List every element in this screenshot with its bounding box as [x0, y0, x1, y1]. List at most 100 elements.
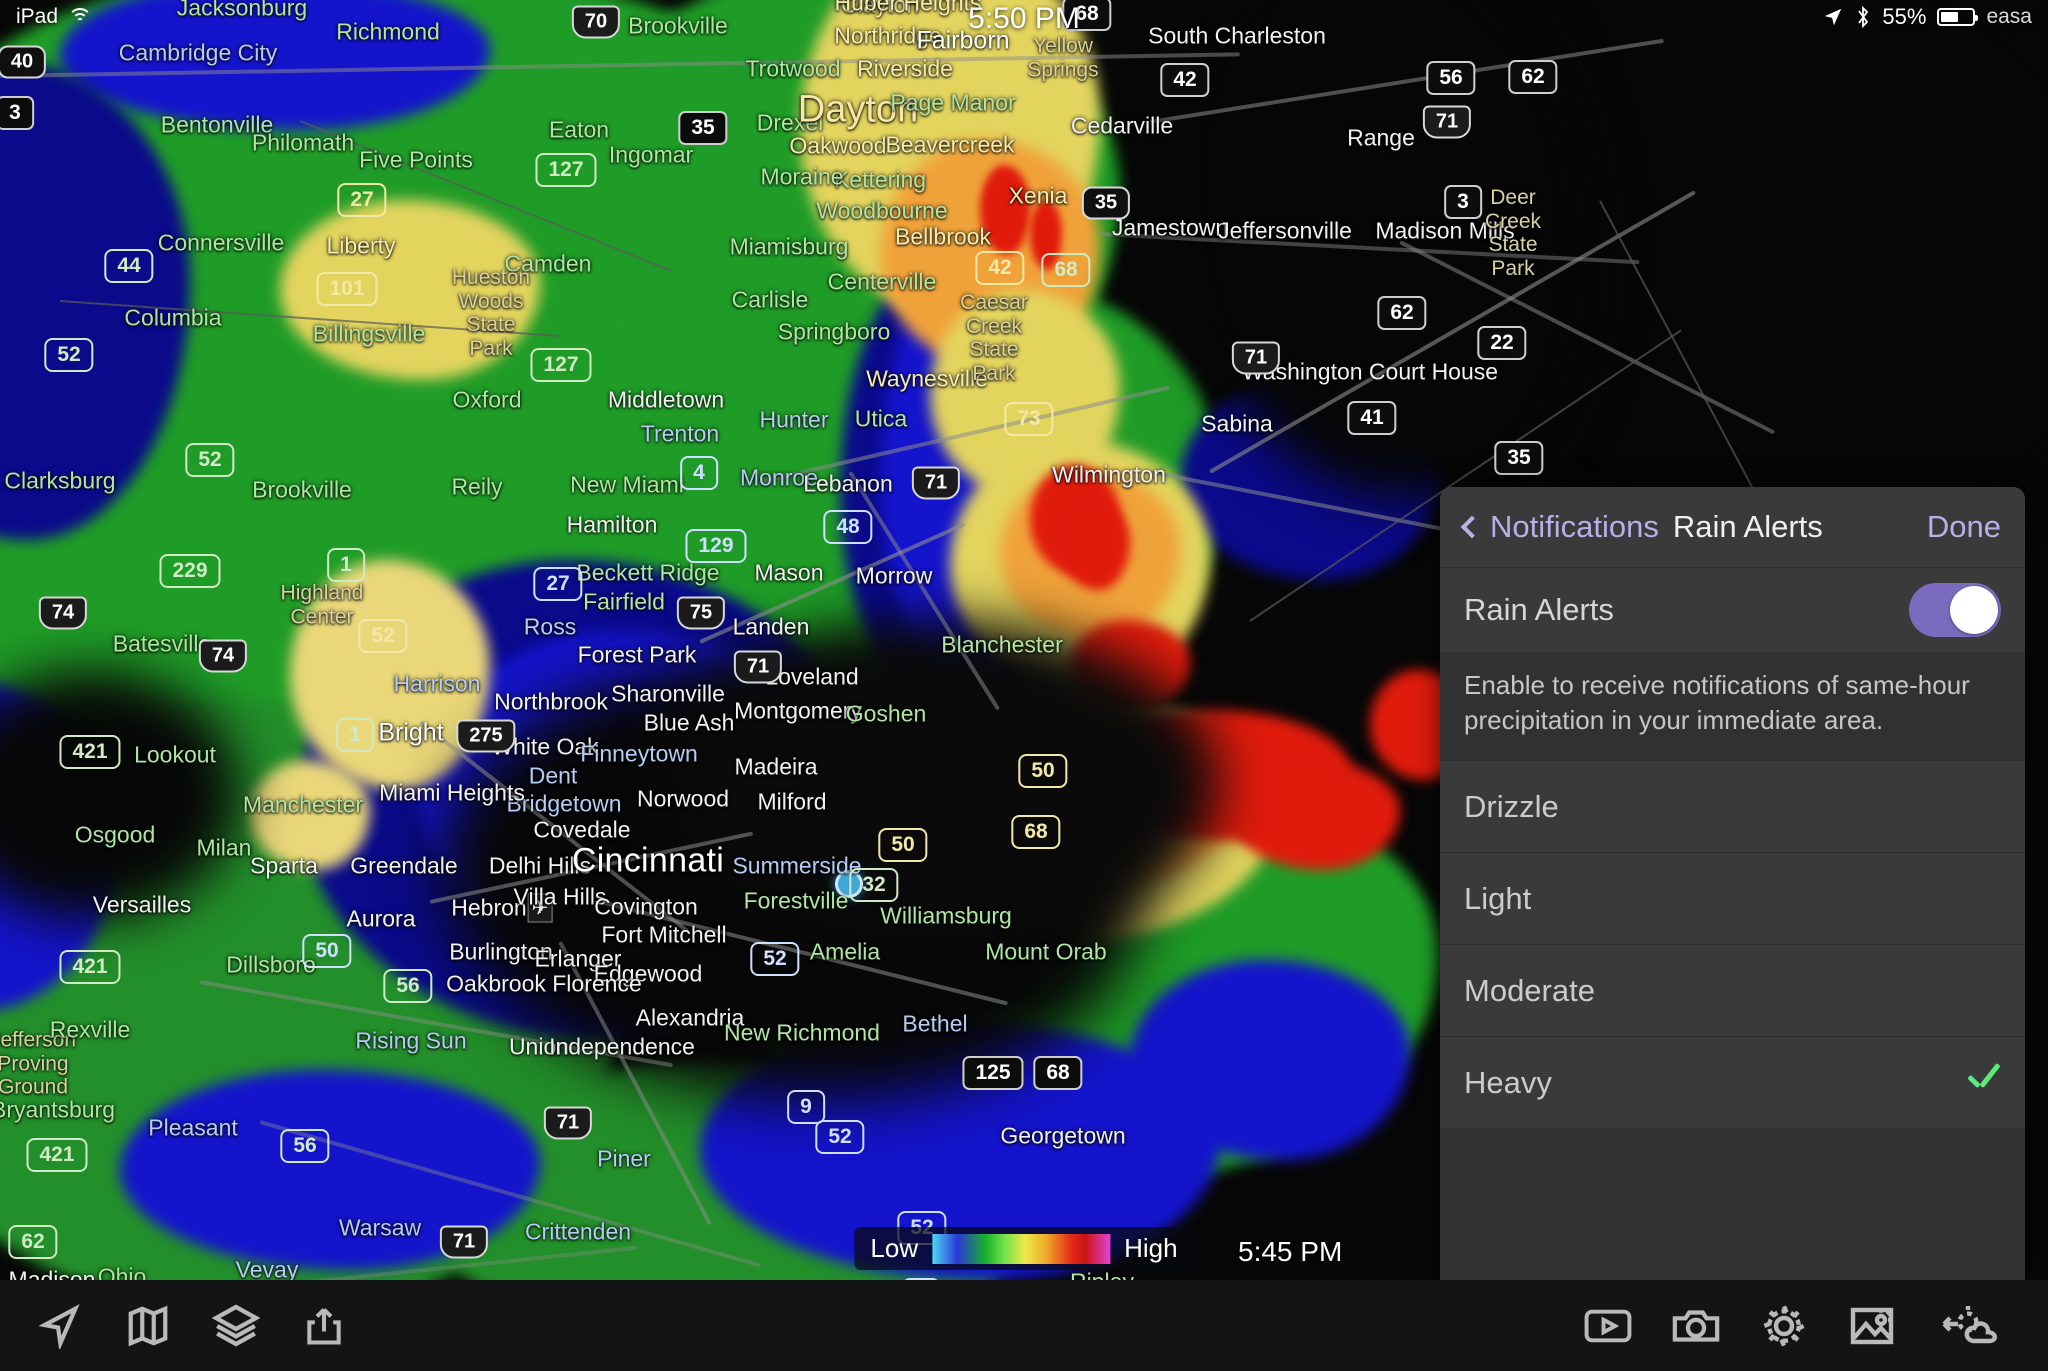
highway-shield: 56 [1426, 61, 1476, 95]
highway-shield: 74 [198, 639, 248, 673]
highway-shield: 421 [26, 1138, 88, 1172]
highway-shield: 42 [1160, 63, 1210, 97]
highway-shield: 35 [1494, 441, 1544, 475]
location-arrow-icon [1825, 8, 1842, 26]
highway-shield: 101 [316, 272, 378, 306]
highway-shield: 22 [1477, 326, 1527, 360]
rain-alerts-toggle-label: Rain Alerts [1464, 592, 1614, 627]
highway-shield: 9 [787, 1090, 825, 1124]
intensity-option-label: Moderate [1464, 972, 1595, 1008]
battery-percent: 55% [1882, 4, 1927, 29]
wifi-icon [68, 8, 93, 26]
highway-shield: 56 [280, 1129, 330, 1163]
highway-shield: 1 [336, 718, 374, 752]
highway-shield: 42 [975, 251, 1025, 285]
panel-title: Rain Alerts [1672, 509, 1823, 544]
legend-high-label: High [1124, 1233, 1178, 1263]
highway-shield: 71 [733, 650, 783, 684]
gear-icon [1763, 1305, 1805, 1346]
layers-icon [212, 1303, 260, 1347]
intensity-options-list: Drizzle Light Moderate Heavy [1440, 760, 2025, 1129]
weather-back-icon [1942, 1305, 1998, 1343]
legend-gradient-bar [932, 1233, 1111, 1264]
highway-shield: 52 [358, 619, 408, 653]
highway-shield: 127 [530, 348, 592, 382]
play-button[interactable] [1564, 1280, 1652, 1371]
highway-shield: 48 [823, 510, 873, 544]
camera-icon [1672, 1309, 1720, 1342]
highway-shield: 71 [1231, 341, 1281, 375]
highway-shield: 71 [439, 1225, 489, 1259]
panel-description: Enable to receive notifications of same-… [1440, 652, 2025, 761]
layers-button[interactable] [192, 1280, 280, 1371]
highway-shield: 35 [1081, 186, 1131, 220]
highway-shield: 68 [1041, 253, 1091, 287]
share-icon [307, 1307, 341, 1345]
camera-button[interactable] [1652, 1280, 1740, 1371]
app-name-hint: easa [1986, 5, 2032, 28]
photo-icon [1850, 1307, 1894, 1344]
highway-shield: 421 [59, 735, 121, 769]
highway-shield: 52 [750, 942, 800, 976]
chevron-left-icon [1460, 515, 1484, 539]
intensity-option-drizzle[interactable]: Drizzle [1440, 760, 2025, 853]
highway-shield: 44 [104, 249, 154, 283]
radar-blob [250, 760, 370, 870]
locate-icon [38, 1303, 80, 1349]
intensity-option-light[interactable]: Light [1440, 852, 2025, 945]
locate-button[interactable] [16, 1280, 104, 1371]
highway-shield: 52 [815, 1120, 865, 1154]
back-to-notifications-button[interactable]: Notifications [1460, 509, 1659, 545]
highway-shield: 62 [1508, 60, 1558, 94]
highway-shield: 3 [1444, 185, 1482, 219]
settings-button[interactable] [1740, 1280, 1828, 1371]
bottom-toolbar [0, 1280, 2048, 1371]
checkmark-icon [1967, 1072, 2001, 1094]
highway-shield: 41 [1347, 401, 1397, 435]
airport-icon: ✈ [527, 893, 553, 923]
intensity-option-label: Heavy [1464, 1064, 1552, 1100]
rain-alerts-toggle[interactable] [1909, 583, 2001, 637]
status-bar: iPad 55% easa [0, 0, 2048, 34]
highway-shield: 50 [878, 828, 928, 862]
map-style-button[interactable] [104, 1280, 192, 1371]
highway-shield: 275 [456, 719, 516, 753]
highway-shield: 71 [1422, 105, 1472, 139]
highway-shield: 52 [44, 338, 94, 372]
rain-alerts-toggle-row[interactable]: Rain Alerts [1440, 567, 2025, 652]
highway-shield: 1 [327, 548, 365, 582]
weather-back-button[interactable] [1916, 1280, 2024, 1371]
intensity-option-label: Light [1464, 880, 1532, 916]
highway-shield: 421 [59, 950, 121, 984]
done-button[interactable]: Done [1927, 509, 2001, 545]
radar-blob [980, 165, 1030, 255]
highway-shield: 32 [849, 868, 899, 902]
intensity-option-heavy[interactable]: Heavy [1440, 1036, 2025, 1129]
bluetooth-icon [1858, 5, 1869, 29]
highway-shield: 71 [911, 466, 961, 500]
highway-shield: 125 [962, 1056, 1024, 1090]
highway-shield: 74 [38, 596, 88, 630]
highway-shield: 229 [159, 554, 221, 588]
highway-shield: 62 [1377, 296, 1427, 330]
play-icon [1584, 1309, 1632, 1342]
radar-frame-time: 5:45 PM [1238, 1236, 1343, 1267]
rain-alerts-panel: Notifications Rain Alerts Done Rain Aler… [1440, 487, 2025, 1280]
intensity-option-moderate[interactable]: Moderate [1440, 944, 2025, 1037]
highway-shield: 50 [1018, 754, 1068, 788]
highway-shield: 50 [302, 934, 352, 968]
app-screen: ✈ Jacksonburg Richmond Cambridge City Brook… [0, 0, 2048, 1371]
highway-shield: 127 [535, 153, 597, 187]
city-label: Ripley [1070, 1269, 1134, 1281]
radar-blob [1060, 500, 1130, 590]
highway-shield: 73 [1004, 402, 1054, 436]
intensity-option-label: Drizzle [1464, 788, 1559, 824]
highway-shield: 27 [337, 183, 387, 217]
highway-shield: 68 [1011, 815, 1061, 849]
radar-intensity-legend: Low High [854, 1227, 1194, 1270]
highway-shield: 129 [685, 529, 747, 563]
photo-button[interactable] [1828, 1280, 1916, 1371]
highway-shield: 52 [185, 443, 235, 477]
highway-shield: 56 [383, 969, 433, 1003]
share-button[interactable] [280, 1280, 368, 1371]
